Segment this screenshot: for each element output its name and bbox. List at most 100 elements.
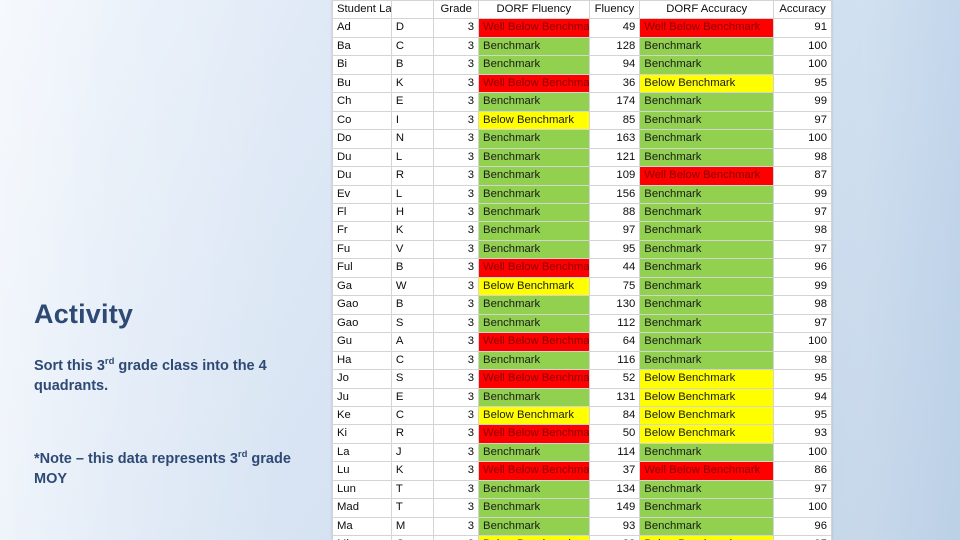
cell-dorf-accuracy-status: Below Benchmark [639, 405, 775, 426]
cell-first-initial: C [390, 36, 435, 57]
cell-grade: 3 [433, 387, 480, 407]
cell-dorf-fluency-status: Benchmark [478, 147, 590, 168]
cell-student-last-name: Gu [332, 332, 392, 352]
cell-grade: 3 [433, 129, 480, 149]
cell-fluency-score: 36 [588, 73, 641, 94]
cell-fluency-score: 93 [588, 516, 641, 537]
cell-dorf-accuracy-status: Benchmark [639, 92, 775, 112]
cell-dorf-fluency-status: Benchmark [478, 129, 590, 149]
cell-dorf-accuracy-status: Well Below Benchmark [639, 461, 775, 481]
cell-grade: 3 [433, 239, 480, 260]
column-header-fluency: Fluency [588, 0, 641, 20]
column-header-dorf-accuracy: DORF Accuracy [639, 0, 775, 20]
table-row: Ma M 3 Benchmark 93 Benchmark 96 [332, 516, 832, 537]
cell-dorf-accuracy-status: Benchmark [639, 202, 775, 223]
cell-dorf-fluency-status: Below Benchmark [478, 535, 590, 540]
cell-dorf-fluency-status: Benchmark [478, 202, 590, 223]
cell-dorf-fluency-status: Benchmark [478, 184, 590, 204]
cell-grade: 3 [433, 73, 480, 94]
cell-grade: 3 [433, 295, 480, 315]
cell-fluency-score: 121 [588, 147, 641, 168]
cell-accuracy-score: 99 [773, 92, 832, 112]
cell-student-last-name: Mad [332, 498, 392, 518]
column-header-first-initial [390, 0, 435, 20]
cell-student-last-name: Jo [332, 369, 392, 389]
cell-accuracy-score: 100 [773, 498, 832, 518]
cell-dorf-fluency-status: Well Below Benchmark [478, 73, 590, 94]
cell-dorf-accuracy-status: Benchmark [639, 258, 775, 278]
cell-dorf-accuracy-status: Benchmark [639, 221, 775, 241]
cell-first-initial: V [390, 239, 435, 260]
slide-canvas: Activity Sort this 3rd grade class into … [0, 0, 960, 540]
cell-student-last-name: La [332, 442, 392, 463]
cell-dorf-fluency-status: Benchmark [478, 55, 590, 75]
cell-student-last-name: Bi [332, 55, 392, 75]
cell-dorf-fluency-status: Benchmark [478, 166, 590, 186]
cell-student-last-name: Ad [332, 18, 392, 38]
cell-student-last-name: Mi [332, 535, 392, 540]
table-row: Ad D 3 Well Below Benchmark 49 Well Below Ben… [332, 18, 832, 38]
cell-accuracy-score: 100 [773, 36, 832, 57]
cell-first-initial: C [390, 405, 435, 426]
table-row: Fl H 3 Benchmark 88 Benchmark 97 [332, 202, 832, 223]
table-row: Ch E 3 Benchmark 174 Benchmark 99 [332, 92, 832, 112]
cell-grade: 3 [433, 498, 480, 518]
cell-dorf-fluency-status: Benchmark [478, 516, 590, 537]
cell-dorf-fluency-status: Well Below Benchmark [478, 258, 590, 278]
cell-dorf-accuracy-status: Below Benchmark [639, 387, 775, 407]
cell-student-last-name: Ju [332, 387, 392, 407]
note-text-pre: *Note – this data represents 3 [34, 450, 238, 467]
cell-fluency-score: 83 [588, 535, 641, 540]
cell-grade: 3 [433, 424, 480, 444]
table-row: Mad T 3 Benchmark 149 Benchmark 100 [332, 498, 832, 518]
cell-accuracy-score: 96 [773, 258, 832, 278]
cell-first-initial: S [390, 313, 435, 334]
cell-fluency-score: 37 [588, 461, 641, 481]
table-row: Bu K 3 Well Below Benchmark 36 Below Benchmar… [332, 73, 832, 94]
cell-grade: 3 [433, 332, 480, 352]
cell-fluency-score: 128 [588, 36, 641, 57]
cell-accuracy-score: 100 [773, 332, 832, 352]
table-row: Ev L 3 Benchmark 156 Benchmark 99 [332, 184, 832, 204]
column-header-accuracy: Accuracy [773, 0, 832, 20]
note-text: *Note – this data represents 3rd grade M… [34, 449, 306, 490]
cell-fluency-score: 97 [588, 221, 641, 241]
table-row: Gao S 3 Benchmark 112 Benchmark 97 [332, 313, 832, 334]
table-row: Ki R 3 Well Below Benchmark 50 Below Benchmar… [332, 424, 832, 444]
cell-accuracy-score: 94 [773, 387, 832, 407]
cell-dorf-fluency-status: Benchmark [478, 498, 590, 518]
cell-fluency-score: 134 [588, 479, 641, 500]
spreadsheet-screenshot: Student Last N Grade DORF Fluency Fluenc… [332, 0, 832, 540]
table-row: Ju E 3 Benchmark 131 Below Benchmark 94 [332, 387, 832, 407]
column-header-grade: Grade [433, 0, 480, 20]
cell-student-last-name: Ba [332, 36, 392, 57]
cell-dorf-accuracy-status: Below Benchmark [639, 535, 775, 540]
cell-dorf-fluency-status: Benchmark [478, 350, 590, 371]
cell-student-last-name: Gao [332, 313, 392, 334]
table-row: Du R 3 Benchmark 109 Well Below Benchmark 87 [332, 166, 832, 186]
cell-first-initial: K [390, 461, 435, 481]
cell-dorf-accuracy-status: Benchmark [639, 350, 775, 371]
cell-student-last-name: Bu [332, 73, 392, 94]
cell-first-initial: R [390, 166, 435, 186]
cell-fluency-score: 114 [588, 442, 641, 463]
table-row: Jo S 3 Well Below Benchmark 52 Below Benchmar… [332, 369, 832, 389]
cell-grade: 3 [433, 369, 480, 389]
table-row: Lun T 3 Benchmark 134 Benchmark 97 [332, 479, 832, 500]
table-row: Fu V 3 Benchmark 95 Benchmark 97 [332, 239, 832, 260]
cell-first-initial: C [390, 350, 435, 371]
cell-grade: 3 [433, 184, 480, 204]
cell-first-initial: L [390, 147, 435, 168]
cell-accuracy-score: 98 [773, 147, 832, 168]
cell-fluency-score: 64 [588, 332, 641, 352]
cell-dorf-fluency-status: Benchmark [478, 295, 590, 315]
cell-student-last-name: Gao [332, 295, 392, 315]
cell-dorf-accuracy-status: Benchmark [639, 276, 775, 297]
cell-dorf-fluency-status: Benchmark [478, 221, 590, 241]
cell-student-last-name: Fr [332, 221, 392, 241]
table-row: Bi B 3 Benchmark 94 Benchmark 100 [332, 55, 832, 75]
cell-grade: 3 [433, 276, 480, 297]
table-header: Student Last N Grade DORF Fluency Fluenc… [332, 0, 832, 20]
cell-dorf-fluency-status: Benchmark [478, 479, 590, 500]
table-row: Ba C 3 Benchmark 128 Benchmark 100 [332, 36, 832, 57]
